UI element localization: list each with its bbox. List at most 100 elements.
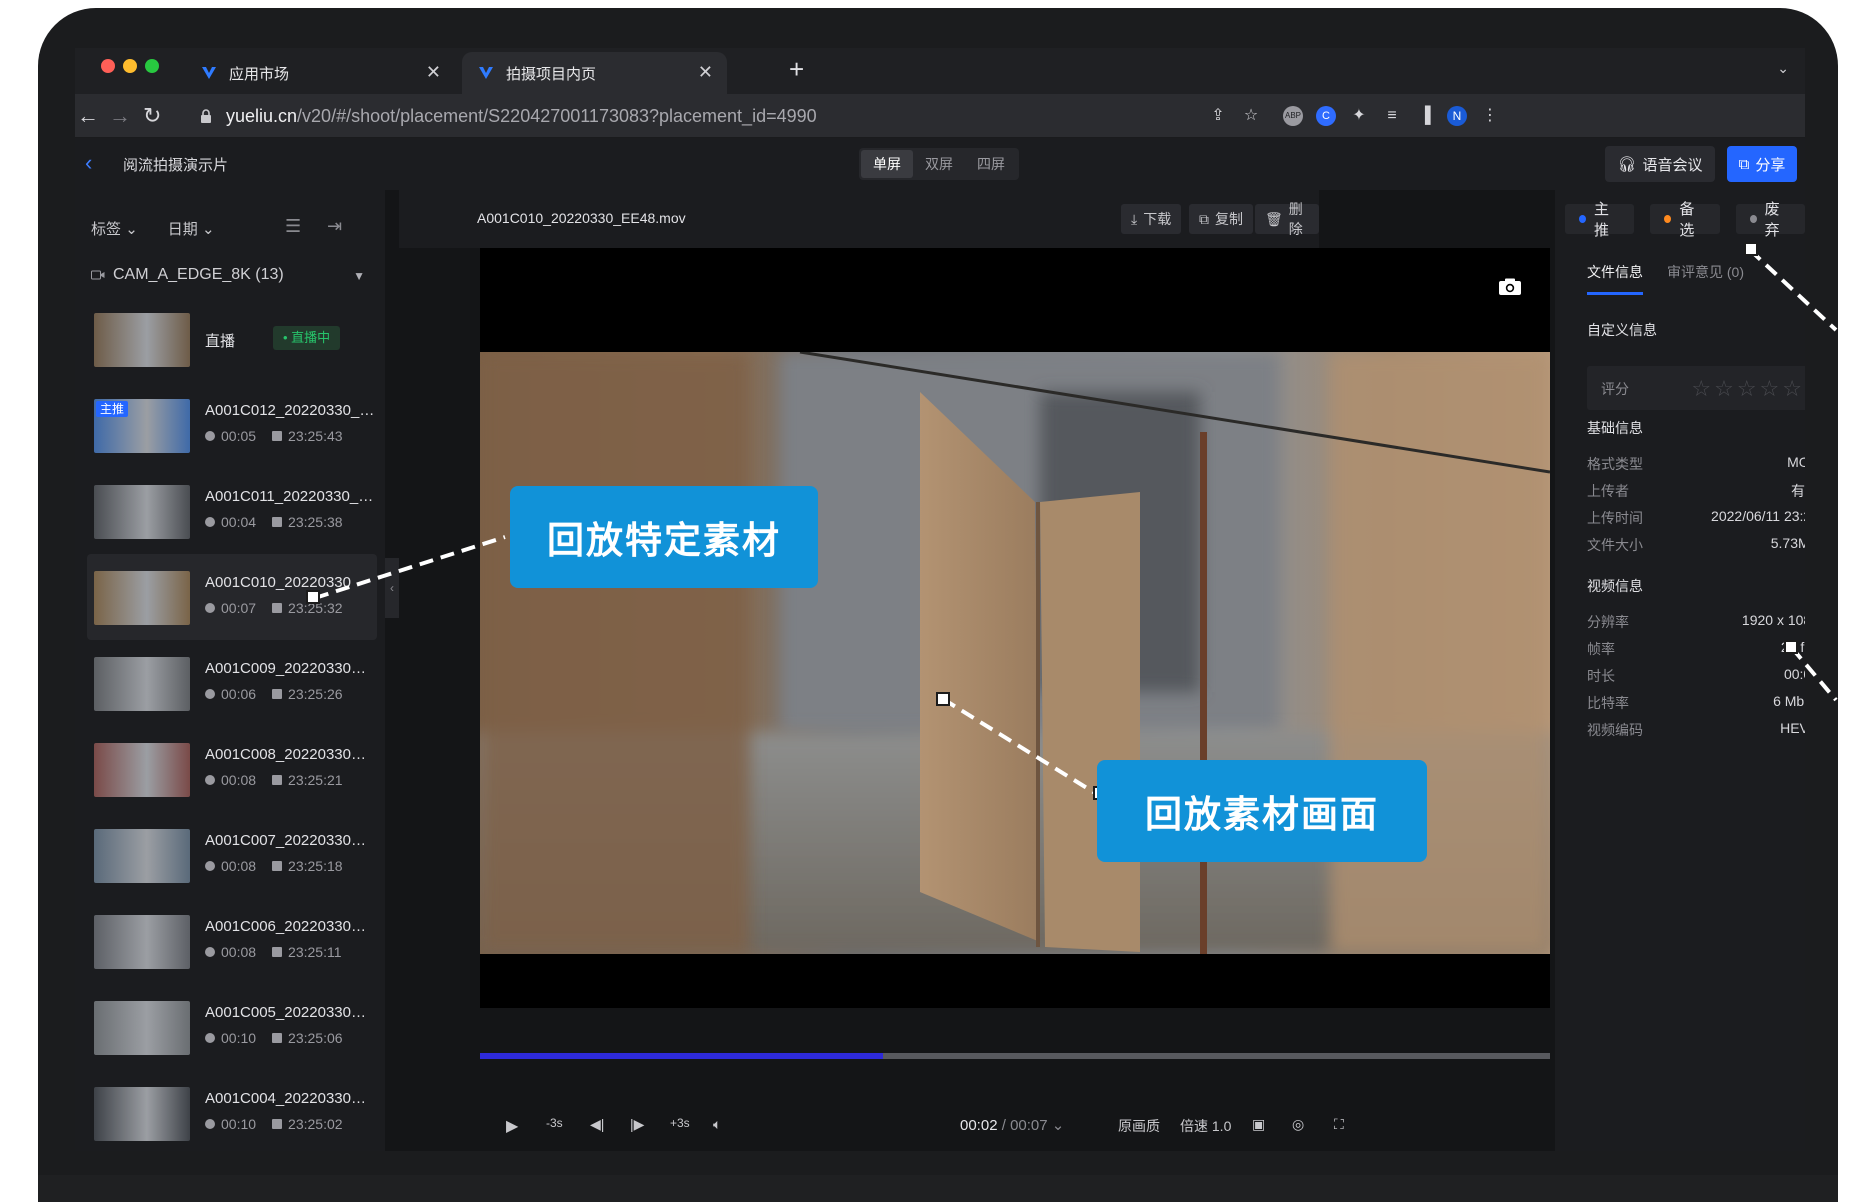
- url-field[interactable]: yueliu.cn/v20/#/shoot/placement/S2204270…: [200, 100, 817, 132]
- view-mode-dual[interactable]: 双屏: [913, 150, 965, 178]
- back-arrow-icon[interactable]: ←: [77, 103, 99, 129]
- info-key: 上传时间: [1587, 510, 1643, 526]
- clip-item[interactable]: A001C006_20220330… 00:08 23:25:11: [87, 898, 377, 984]
- minimize-window-button[interactable]: [123, 59, 137, 73]
- close-tab-icon[interactable]: ✕: [698, 62, 713, 83]
- settings-icon[interactable]: ◎: [1292, 1116, 1304, 1133]
- clip-item[interactable]: A001C008_20220330… 00:08 23:25:21: [87, 726, 377, 812]
- camera-group-header[interactable]: CAM_A_EDGE_8K (13) ▼: [91, 266, 375, 284]
- safe-frame-icon[interactable]: ▣: [1252, 1116, 1265, 1133]
- tag-filter-label: 标签: [91, 221, 122, 238]
- current-filename: A001C010_20220330_EE48.mov: [477, 210, 686, 226]
- tag-discard-button[interactable]: 废弃: [1735, 201, 1805, 239]
- video-frame[interactable]: [480, 352, 1550, 954]
- forward-3s-button[interactable]: +3s: [670, 1116, 690, 1130]
- info-row: 上传时间 2022/06/11 23:25: [1587, 508, 1805, 528]
- tab-project-page[interactable]: 拍摄项目内页 ✕: [462, 52, 727, 94]
- clip-item[interactable]: A001C009_20220330… 00:06 23:25:26: [87, 640, 377, 726]
- reading-list-icon[interactable]: ≡: [1382, 106, 1402, 126]
- chevron-left-icon[interactable]: ‹: [85, 150, 92, 176]
- clip-item[interactable]: A001C010_20220330 00:07 23:25:32: [87, 554, 377, 640]
- clip-thumbnail: [94, 743, 190, 797]
- clip-name: A001C004_20220330…: [205, 1090, 366, 1107]
- next-frame-icon[interactable]: |▶︎: [630, 1116, 644, 1133]
- clip-item[interactable]: 主推 A001C012_20220330_… 00:05 23:25:43: [87, 382, 377, 468]
- clip-thumbnail: [94, 1001, 190, 1055]
- quality-selector[interactable]: 原画质: [1118, 1116, 1160, 1136]
- calendar-icon: [272, 689, 283, 699]
- clip-item[interactable]: A001C004_20220330… 00:10 23:25:02: [87, 1070, 377, 1151]
- clip-list: 直播 • 直播中 主推 A001C012_20220330_… 00:05 23:25:4…: [87, 296, 377, 1151]
- tag-filter-dropdown[interactable]: 标签 ⌄: [91, 218, 138, 239]
- clip-duration: 00:08: [221, 772, 257, 788]
- delete-label: 删除: [1288, 201, 1303, 237]
- clip-name: A001C012_20220330_…: [205, 402, 375, 419]
- play-icon[interactable]: ▶: [506, 1116, 518, 1136]
- volume-icon[interactable]: 🔈︎: [713, 1116, 721, 1133]
- close-tab-icon[interactable]: ✕: [426, 62, 441, 83]
- annotation-node: [936, 692, 950, 706]
- triangle-down-icon[interactable]: ▼: [353, 269, 365, 283]
- download-button[interactable]: ⤓ 下载: [1121, 204, 1182, 234]
- puzzle-extensions-icon[interactable]: ✦: [1349, 106, 1369, 126]
- bookmark-star-icon[interactable]: ☆: [1241, 106, 1261, 126]
- recommend-badge: 主推: [96, 401, 129, 417]
- rating-stars[interactable]: ☆☆☆☆☆: [1691, 376, 1805, 402]
- clip-item[interactable]: A001C011_20220330_… 00:04 23:25:38: [87, 468, 377, 554]
- zoom-window-button[interactable]: [145, 59, 159, 73]
- voice-meeting-button[interactable]: 🎧︎ 语音会议: [1605, 146, 1715, 182]
- share-button[interactable]: ⧉ 分享: [1727, 146, 1797, 182]
- fullscreen-icon[interactable]: ⛶: [1334, 1116, 1344, 1133]
- delete-button[interactable]: 🗑︎ 删除: [1255, 201, 1319, 237]
- date-filter-dropdown[interactable]: 日期 ⌄: [168, 218, 215, 239]
- adblock-extension-icon[interactable]: ABP: [1283, 106, 1303, 126]
- collapse-panel-icon[interactable]: ⇥: [327, 216, 342, 237]
- calendar-icon: [272, 603, 283, 613]
- clip-item[interactable]: A001C007_20220330… 00:08 23:25:18: [87, 812, 377, 898]
- profile-avatar[interactable]: N: [1447, 106, 1467, 126]
- forward-arrow-icon[interactable]: →: [109, 103, 131, 129]
- clip-thumbnail: [94, 313, 190, 367]
- playback-progress[interactable]: [480, 1053, 1550, 1059]
- more-menu-icon[interactable]: ⋮: [1480, 106, 1500, 126]
- tab-reviews[interactable]: 审评意见 (0): [1667, 262, 1744, 295]
- callout-replay-clip-frame: 回放素材画面: [1097, 760, 1427, 862]
- chevron-down-icon[interactable]: ⌄: [1777, 60, 1789, 77]
- clip-meta: 00:08 23:25:21: [205, 772, 343, 788]
- info-row: 时长 00:07: [1587, 666, 1805, 686]
- info-value: 00:07: [1783, 666, 1805, 682]
- calendar-icon: [272, 861, 283, 871]
- screenshot-camera-icon[interactable]: [1498, 278, 1522, 296]
- sort-icon[interactable]: ☰: [285, 216, 301, 237]
- current-time: 00:02: [960, 1117, 998, 1134]
- copy-button[interactable]: ⧉ 复制: [1189, 204, 1253, 234]
- speed-selector[interactable]: 倍速 1.0: [1180, 1116, 1231, 1136]
- info-row: 文件大小 5.73MB: [1587, 535, 1805, 555]
- rewind-3s-button[interactable]: -3s: [546, 1116, 563, 1130]
- view-mode-quad[interactable]: 四屏: [965, 150, 1017, 178]
- reload-icon[interactable]: ↻: [143, 103, 161, 129]
- tab-file-info[interactable]: 文件信息: [1587, 262, 1643, 295]
- video-frame-image: [480, 352, 1550, 954]
- time-display[interactable]: 00:02 / 00:07 ⌄: [960, 1116, 1064, 1134]
- clip-item[interactable]: A001C005_20220330… 00:10 23:25:06: [87, 984, 377, 1070]
- close-window-button[interactable]: [101, 59, 115, 73]
- clock-icon: [205, 947, 215, 957]
- tag-alternate-button[interactable]: 备选: [1650, 201, 1720, 239]
- view-mode-single[interactable]: 单屏: [861, 150, 913, 178]
- date-filter-label: 日期: [167, 221, 198, 238]
- live-stream-item[interactable]: 直播 • 直播中: [87, 296, 377, 382]
- side-panel-icon[interactable]: ▐: [1415, 106, 1435, 126]
- share-page-icon[interactable]: ⇪: [1208, 106, 1228, 126]
- clip-name: A001C008_20220330…: [205, 746, 366, 763]
- video-player[interactable]: [480, 248, 1550, 1008]
- new-tab-icon[interactable]: +: [789, 54, 804, 85]
- live-dot-icon: •: [283, 330, 292, 345]
- tag-recommend-button[interactable]: 主推: [1565, 201, 1635, 239]
- sidebar-collapse-handle[interactable]: ‹: [385, 558, 399, 618]
- extension-c-icon[interactable]: C: [1316, 106, 1336, 126]
- tab-app-market[interactable]: 应用市场 ✕: [185, 52, 455, 94]
- prev-frame-icon[interactable]: ◀︎|: [590, 1116, 604, 1133]
- lock-icon: [201, 109, 211, 123]
- calendar-icon: [272, 1119, 283, 1129]
